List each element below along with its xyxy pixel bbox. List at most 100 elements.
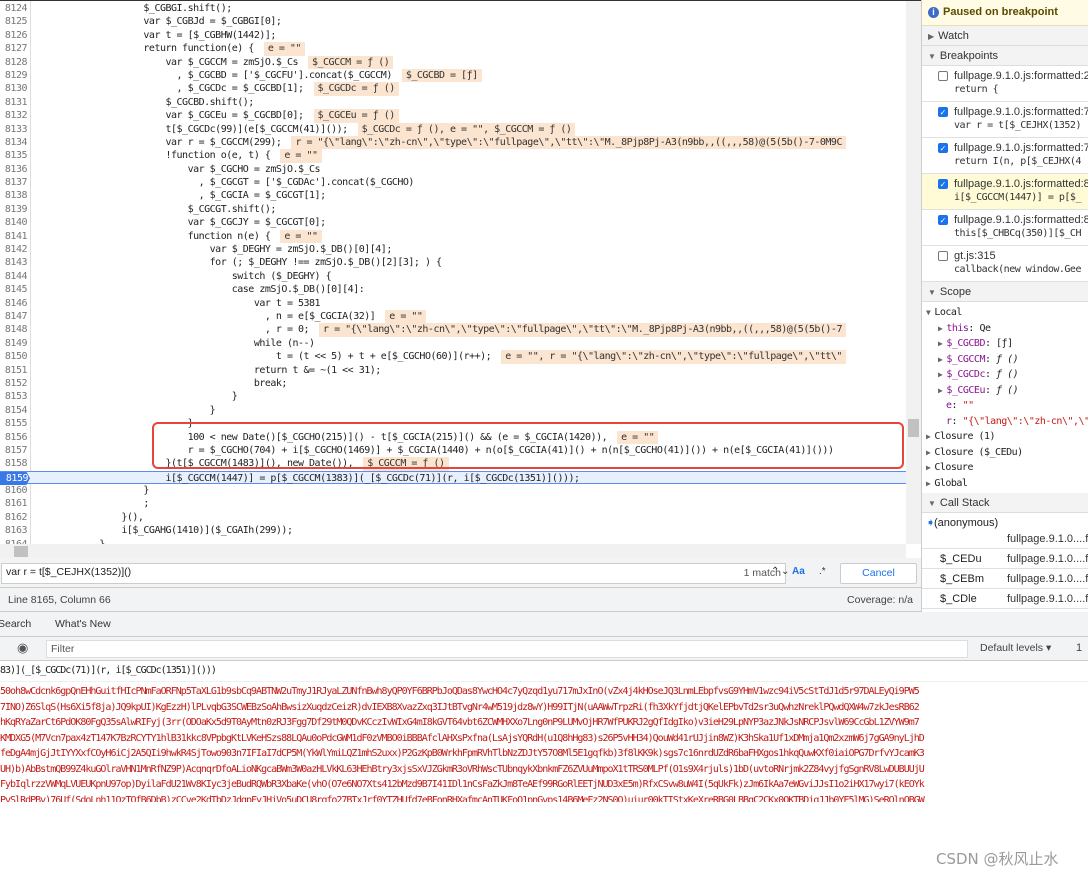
- line-number[interactable]: 8130: [0, 82, 29, 95]
- editor-horizontal-scrollbar[interactable]: [0, 544, 906, 558]
- breakpoint-checkbox[interactable]: ✓: [938, 215, 948, 225]
- line-number[interactable]: 8157: [0, 444, 29, 457]
- section-call-stack[interactable]: ▼ Call Stack: [922, 493, 1088, 513]
- call-frame[interactable]: $_CEDu fullpage.9.1.0....fo: [922, 549, 1088, 569]
- line-number[interactable]: 8159: [0, 471, 30, 486]
- line-code: var $_CGCJY = $_CGCGT[0];: [33, 217, 327, 229]
- regex-toggle[interactable]: .*: [819, 566, 826, 577]
- line-number[interactable]: 8141: [0, 230, 29, 243]
- find-input[interactable]: var r = t[$_CEJHX(1352)]() 1 match: [1, 563, 786, 584]
- scope-group[interactable]: ▶ Closure (1): [926, 429, 1088, 445]
- previous-match-button[interactable]: ⌃: [771, 566, 779, 577]
- breakpoint-item[interactable]: ✓ fullpage.9.1.0.js:formatted:78 var r = t…: [922, 102, 1088, 138]
- line-number[interactable]: 8133: [0, 123, 29, 136]
- line-number[interactable]: 8153: [0, 390, 29, 403]
- call-frame[interactable]: $_CEBm fullpage.9.1.0....fo: [922, 569, 1088, 589]
- breakpoint-checkbox[interactable]: [938, 71, 948, 81]
- line-number[interactable]: 8143: [0, 256, 29, 269]
- line-number[interactable]: 8128: [0, 56, 29, 69]
- cancel-button[interactable]: Cancel: [840, 563, 917, 584]
- line-number[interactable]: 8151: [0, 364, 29, 377]
- breakpoint-location: fullpage.9.1.0.js:formatted:83: [954, 214, 1088, 226]
- section-breakpoints[interactable]: ▼ Breakpoints: [922, 46, 1088, 66]
- frame-location: fullpage.9.1.0....fo: [1007, 573, 1088, 585]
- line-code: $_CGCBD.shift();: [33, 96, 254, 108]
- breakpoint-item[interactable]: ✓ fullpage.9.1.0.js:formatted:81 i[$_CGCCM…: [922, 174, 1088, 210]
- line-number[interactable]: 8132: [0, 109, 29, 122]
- line-number[interactable]: 8125: [0, 15, 29, 28]
- line-number[interactable]: 8131: [0, 96, 29, 109]
- scope-variable[interactable]: ▶ $_CGCDc: ƒ (): [926, 367, 1088, 383]
- breakpoint-item[interactable]: ✓ fullpage.9.1.0.js:formatted:83 this[$_CH…: [922, 210, 1088, 246]
- next-match-button[interactable]: ⌄: [781, 566, 789, 577]
- line-number[interactable]: 8156: [0, 431, 29, 444]
- tab-search[interactable]: Search: [0, 612, 31, 636]
- line-number[interactable]: 8137: [0, 176, 29, 189]
- call-frame[interactable]: ➧ (anonymous) fullpage.9.1.0....fo: [922, 513, 1088, 549]
- line-number[interactable]: 8145: [0, 283, 29, 296]
- section-scope[interactable]: ▼ Scope: [922, 282, 1088, 302]
- scope-group[interactable]: ▶ Closure ($_CEDu): [926, 445, 1088, 461]
- match-case-toggle[interactable]: Aa: [792, 566, 805, 577]
- scope-variable[interactable]: ▶ $_CGCEu: ƒ (): [926, 383, 1088, 399]
- line-number[interactable]: 8140: [0, 216, 29, 229]
- line-number[interactable]: 8144: [0, 270, 29, 283]
- scope-group[interactable]: ▶ Closure: [926, 460, 1088, 476]
- line-number[interactable]: 8155: [0, 417, 29, 430]
- line-number[interactable]: 8152: [0, 377, 29, 390]
- console-filter-input[interactable]: Filter: [46, 640, 968, 658]
- line-number[interactable]: 8161: [0, 497, 29, 510]
- triangle-right-icon: ▶: [938, 323, 943, 333]
- line-number[interactable]: 8147: [0, 310, 29, 323]
- variable-value: ƒ (): [996, 369, 1019, 380]
- line-number[interactable]: 8135: [0, 149, 29, 162]
- scope-label: Closure: [934, 462, 973, 473]
- section-watch[interactable]: ▶ Watch: [922, 26, 1088, 46]
- eye-icon[interactable]: ◉: [17, 640, 28, 656]
- breakpoint-item[interactable]: gt.js:315 callback(new window.Gee: [922, 246, 1088, 282]
- scroll-thumb[interactable]: [908, 419, 919, 437]
- line-code-wrapper: var $_CGCHO = zmSjO.$_Cs: [33, 163, 321, 176]
- call-frame[interactable]: $_CDle fullpage.9.1.0....fo: [922, 589, 1088, 609]
- line-number[interactable]: 8142: [0, 243, 29, 256]
- scope-group[interactable]: ▶ Global: [926, 476, 1088, 492]
- triangle-right-icon: ▶: [938, 370, 943, 379]
- breakpoint-checkbox[interactable]: ✓: [938, 107, 948, 117]
- line-number[interactable]: 8124: [0, 2, 29, 15]
- scope-local[interactable]: ▼ Local: [926, 305, 1088, 321]
- breakpoint-code: return I(n, p[$_CEJHX(4: [954, 156, 1081, 167]
- line-number[interactable]: 8154: [0, 404, 29, 417]
- line-number[interactable]: 8127: [0, 42, 29, 55]
- triangle-right-icon: ▶: [938, 385, 943, 395]
- breakpoint-checkbox[interactable]: [938, 251, 948, 261]
- tab-whats-new[interactable]: What's New: [55, 612, 111, 636]
- line-number[interactable]: 8136: [0, 163, 29, 176]
- breakpoint-item[interactable]: ✓ fullpage.9.1.0.js:formatted:78 return I(…: [922, 138, 1088, 174]
- issues-count[interactable]: 1: [1076, 642, 1082, 654]
- line-number[interactable]: 8134: [0, 136, 29, 149]
- editor-vertical-scrollbar[interactable]: [906, 1, 921, 544]
- source-editor[interactable]: 8124 $_CGBGI.shift(); 8125 var $_CGBJd = …: [0, 0, 921, 558]
- breakpoint-code: var r = t[$_CEJHX(1352): [954, 120, 1081, 131]
- breakpoint-checkbox[interactable]: ✓: [938, 143, 948, 153]
- line-number[interactable]: 8139: [0, 203, 29, 216]
- scope-variable[interactable]: ▶ this: Qe: [926, 321, 1088, 337]
- log-levels-dropdown[interactable]: Default levels ▾: [980, 642, 1051, 654]
- line-number[interactable]: 8149: [0, 337, 29, 350]
- line-number[interactable]: 8158: [0, 457, 29, 470]
- line-number[interactable]: 8129: [0, 69, 29, 82]
- line-number[interactable]: 8150: [0, 350, 29, 363]
- scope-variable[interactable]: ▶ $_CGCCM: ƒ (): [926, 352, 1088, 368]
- scroll-thumb[interactable]: [14, 546, 28, 557]
- line-number[interactable]: 8160: [0, 484, 29, 497]
- line-code: t = (t << 5) + t + e[$_CGCHO(60)](r++);: [33, 351, 492, 363]
- line-number[interactable]: 8148: [0, 323, 29, 336]
- breakpoint-item[interactable]: fullpage.9.1.0.js:formatted:23 return {: [922, 66, 1088, 102]
- line-number[interactable]: 8163: [0, 524, 29, 537]
- line-number[interactable]: 8126: [0, 29, 29, 42]
- line-number[interactable]: 8138: [0, 189, 29, 202]
- scope-variable[interactable]: ▶ $_CGCBD: [ƒ]: [926, 336, 1088, 352]
- breakpoint-checkbox[interactable]: ✓: [938, 179, 948, 189]
- line-number[interactable]: 8146: [0, 297, 29, 310]
- line-number[interactable]: 8162: [0, 511, 29, 524]
